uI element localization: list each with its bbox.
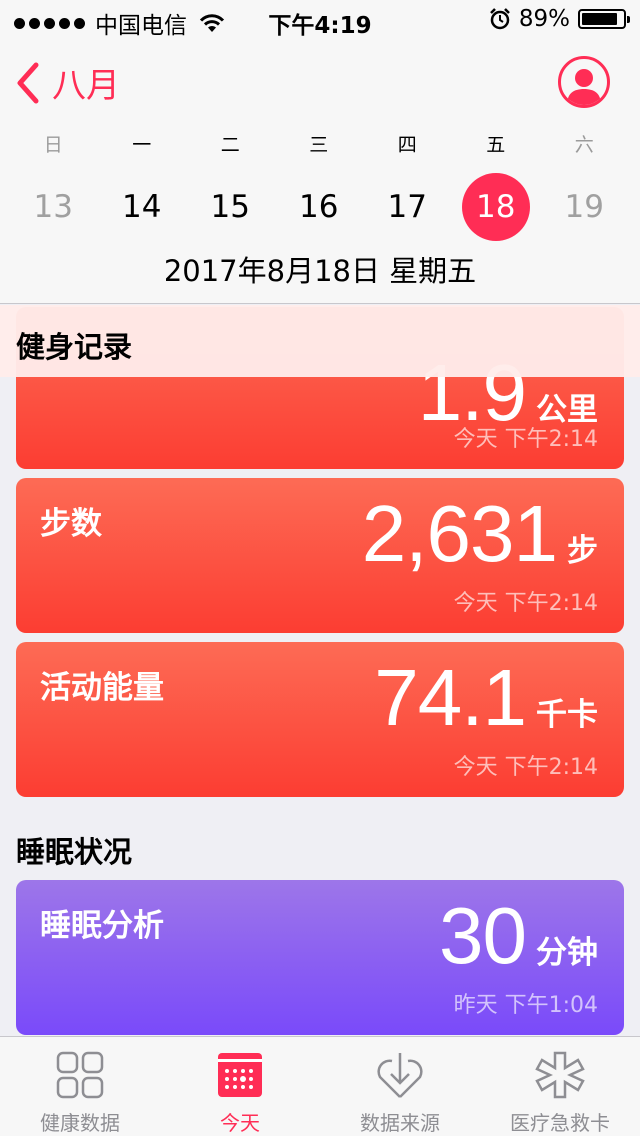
active-energy-value: 74.1 千卡 xyxy=(374,652,598,744)
date-cell[interactable]: 13 xyxy=(9,174,98,240)
alarm-icon xyxy=(489,8,510,30)
calendar-icon xyxy=(218,1053,262,1097)
date-number: 16 xyxy=(299,189,339,225)
section-title-fitness: 健身记录 xyxy=(0,305,640,377)
weekday-label: 六 xyxy=(574,134,594,156)
battery-percent: 89% xyxy=(518,6,570,32)
weekday-row: 日 一 二 三 四 五 六 xyxy=(0,130,640,157)
tab-label: 数据来源 xyxy=(360,1111,440,1135)
date-cell[interactable]: 15 xyxy=(186,174,275,240)
tab-data-sources[interactable]: 数据来源 xyxy=(320,1037,480,1136)
weekday-label: 日 xyxy=(43,134,63,156)
active-energy-card[interactable]: 活动能量 74.1 千卡 今天 下午2:14 xyxy=(16,642,624,797)
sleep-analysis-value: 30 分钟 xyxy=(439,890,598,982)
date-cell[interactable]: 14 xyxy=(98,174,187,240)
steps-unit: 步 xyxy=(567,533,598,569)
date-cell[interactable]: 19 xyxy=(540,174,629,240)
tab-label: 医疗急救卡 xyxy=(510,1111,610,1135)
tab-medical-id[interactable]: 医疗急救卡 xyxy=(480,1037,640,1136)
today-content[interactable]: 健身记录 1.9 公里 今天 下午2:14 步数 2,631 步 今天 下午2:… xyxy=(0,305,640,1035)
weekday-label: 四 xyxy=(397,134,417,156)
date-cell-selected[interactable]: 18 xyxy=(452,173,541,241)
weekday-label: 三 xyxy=(309,134,329,156)
weekday-label: 一 xyxy=(132,134,152,156)
active-energy-number: 74.1 xyxy=(374,653,527,742)
date-number: 15 xyxy=(210,189,250,225)
sleep-analysis-unit: 分钟 xyxy=(536,935,598,971)
date-number: 13 xyxy=(33,189,73,225)
steps-value: 2,631 步 xyxy=(362,488,598,580)
tab-health-data[interactable]: 健康数据 xyxy=(0,1037,160,1136)
section-title-sleep: 睡眠状况 xyxy=(16,835,133,869)
person-icon xyxy=(567,69,601,105)
date-number: 14 xyxy=(122,189,162,225)
active-energy-unit: 千卡 xyxy=(536,697,598,733)
steps-number: 2,631 xyxy=(361,489,558,578)
active-energy-time: 今天 下午2:14 xyxy=(453,755,598,780)
chevron-left-icon xyxy=(17,62,39,103)
calendar-header: 八月 日 一 二 三 四 五 六 13 14 15 16 17 18 19 20… xyxy=(0,40,640,304)
steps-card[interactable]: 步数 2,631 步 今天 下午2:14 xyxy=(16,478,624,633)
tab-today[interactable]: 今天 xyxy=(160,1037,320,1136)
weekday-label: 二 xyxy=(220,134,240,156)
back-label: 八月 xyxy=(52,66,120,106)
date-number: 17 xyxy=(387,189,427,225)
date-number: 19 xyxy=(564,189,604,225)
steps-label: 步数 xyxy=(40,506,102,542)
steps-time: 今天 下午2:14 xyxy=(453,591,598,616)
date-row: 13 14 15 16 17 18 19 xyxy=(0,173,640,241)
medical-star-icon xyxy=(535,1051,585,1099)
sleep-analysis-time: 昨天 下午1:04 xyxy=(453,993,598,1018)
back-button[interactable]: 八月 xyxy=(14,58,120,107)
tab-bar: 健康数据 今天 数据来源 医疗急救卡 xyxy=(0,1036,640,1136)
active-energy-label: 活动能量 xyxy=(40,670,164,706)
tab-label: 健康数据 xyxy=(40,1111,120,1135)
battery-icon xyxy=(578,9,630,29)
weekday-label: 五 xyxy=(486,134,506,156)
sleep-analysis-label: 睡眠分析 xyxy=(40,908,164,944)
date-cell[interactable]: 16 xyxy=(275,174,364,240)
download-heart-icon xyxy=(377,1053,423,1098)
distance-time: 今天 下午2:14 xyxy=(453,427,598,452)
grid-icon xyxy=(56,1051,104,1099)
status-bar: 中国电信 下午4:19 89% xyxy=(0,0,640,40)
status-right: 89% xyxy=(489,6,630,32)
date-number: 18 xyxy=(476,189,516,225)
tab-label: 今天 xyxy=(220,1111,260,1135)
date-cell[interactable]: 17 xyxy=(363,174,452,240)
sleep-analysis-number: 30 xyxy=(439,891,527,980)
sleep-analysis-card[interactable]: 睡眠分析 30 分钟 昨天 下午1:04 xyxy=(16,880,624,1035)
full-date-label: 2017年8月18日 星期五 xyxy=(163,254,477,288)
profile-button[interactable] xyxy=(558,56,610,108)
